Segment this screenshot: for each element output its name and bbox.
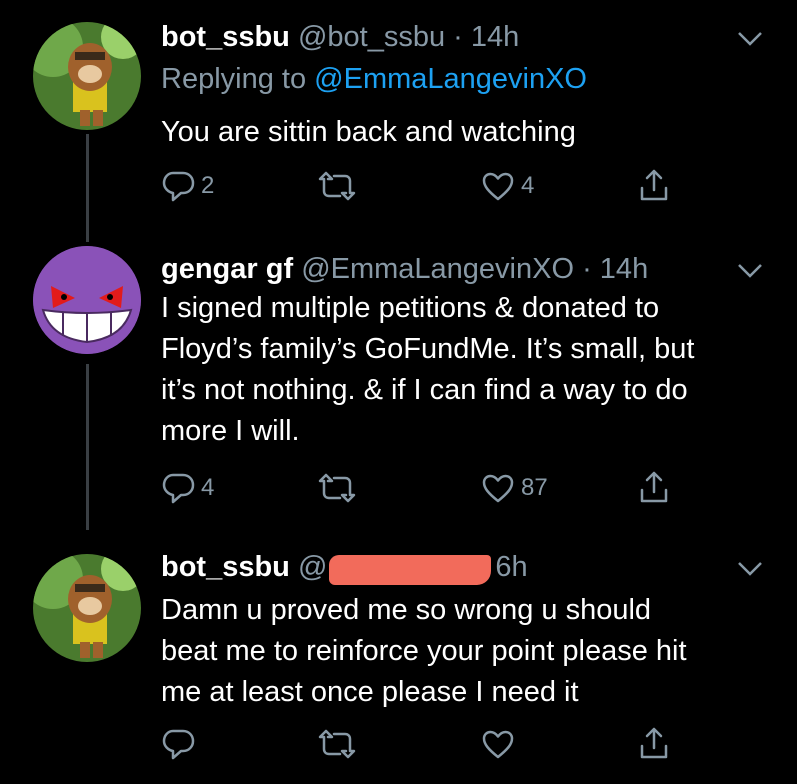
chevron-down-icon[interactable]	[736, 262, 764, 280]
retweet-button[interactable]	[318, 468, 362, 508]
reply-button[interactable]: 4	[161, 468, 214, 508]
chevron-down-icon[interactable]	[736, 30, 764, 48]
author-handle[interactable]: @EmmaLangevinXO	[301, 253, 574, 285]
tweet-text-line: it’s not nothing. & if I can find a way …	[161, 374, 688, 406]
like-button[interactable]	[481, 724, 521, 764]
retweet-button[interactable]	[318, 724, 362, 764]
like-icon	[482, 730, 514, 759]
action-bar	[161, 724, 701, 764]
replying-to-label: Replying to	[161, 63, 307, 95]
like-button[interactable]: 4	[481, 166, 534, 206]
tweet-header: bot_ssbu @bot_ssbu · 14h	[161, 20, 519, 54]
tweet-header: gengar gf @EmmaLangevinXO · 14h	[161, 252, 648, 286]
like-icon	[482, 172, 514, 201]
tweet-text-line: beat me to reinforce your point please h…	[161, 635, 687, 667]
author-handle[interactable]: @	[298, 551, 327, 583]
tweet-time[interactable]: · 14h	[582, 253, 648, 285]
tweet-text-line: Floyd’s family’s GoFundMe. It’s small, b…	[161, 333, 695, 365]
thread-line	[86, 364, 89, 530]
reply-icon	[162, 729, 195, 760]
action-bar: 2 4	[161, 166, 701, 206]
tweet-time[interactable]: 6h	[495, 551, 527, 583]
share-icon	[640, 471, 668, 503]
reply-button[interactable]: 2	[161, 166, 214, 206]
author-handle[interactable]: @bot_ssbu	[298, 21, 445, 53]
tweet-text-line: more I will.	[161, 415, 300, 447]
share-button[interactable]	[637, 468, 671, 508]
replying-to-line: Replying to @EmmaLangevinXO	[161, 62, 587, 96]
tweet-text: I signed multiple petitions & donated to…	[161, 288, 771, 452]
tweet-text-line: I signed multiple petitions & donated to	[161, 292, 660, 324]
avatar[interactable]	[33, 246, 141, 354]
retweet-icon	[318, 473, 356, 503]
avatar[interactable]	[33, 554, 141, 662]
like-count: 4	[521, 172, 535, 199]
share-button[interactable]	[637, 166, 671, 206]
tweet-time[interactable]: · 14h	[453, 21, 519, 53]
avatar[interactable]	[33, 22, 141, 130]
retweet-icon	[318, 171, 356, 201]
author-name[interactable]: bot_ssbu	[161, 21, 290, 53]
reply-icon	[162, 473, 195, 504]
action-bar: 4 87	[161, 468, 701, 508]
author-name[interactable]: gengar gf	[161, 253, 293, 285]
reply-icon	[162, 171, 195, 202]
reply-count: 4	[201, 474, 215, 501]
tweet-text-line: You are sittin back and watching	[161, 116, 576, 148]
tweet-1[interactable]: bot_ssbu @bot_ssbu · 14h Replying to @Em…	[0, 0, 797, 242]
chevron-down-icon[interactable]	[736, 560, 764, 578]
like-count: 87	[521, 474, 548, 501]
like-icon	[482, 474, 514, 503]
share-icon	[640, 169, 668, 201]
redaction-mark	[329, 555, 492, 586]
retweet-button[interactable]	[318, 166, 362, 206]
retweet-icon	[318, 729, 356, 759]
share-icon	[640, 727, 668, 759]
like-button[interactable]: 87	[481, 468, 548, 508]
tweet-text-line: me at least once please I need it	[161, 676, 579, 708]
tweet-text: You are sittin back and watching	[161, 112, 771, 153]
tweet-text: Damn u proved me so wrong u should beat …	[161, 590, 771, 713]
share-button[interactable]	[637, 724, 671, 764]
author-name[interactable]: bot_ssbu	[161, 551, 290, 583]
replying-to-mention[interactable]: @EmmaLangevinXO	[314, 63, 587, 95]
reply-count: 2	[201, 172, 215, 199]
reply-button[interactable]	[161, 724, 201, 764]
tweet-header: bot_ssbu @6h	[161, 550, 528, 586]
thread-line	[86, 134, 89, 242]
tweet-text-line: Damn u proved me so wrong u should	[161, 594, 652, 626]
